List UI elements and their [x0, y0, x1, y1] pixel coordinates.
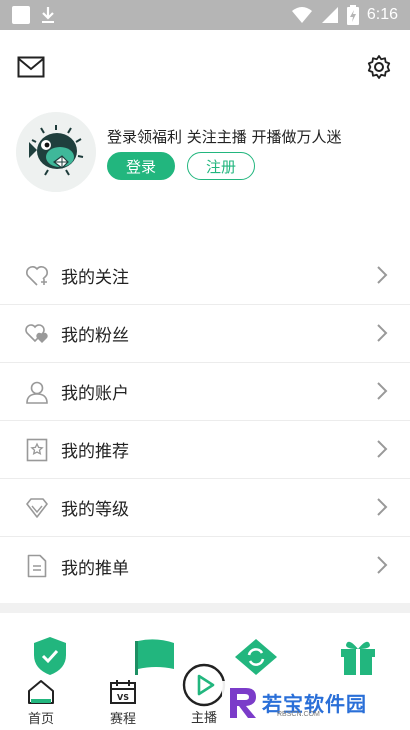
menu-item-fans[interactable]: 我的粉丝 — [0, 305, 410, 363]
menu-item-label: 我的关注 — [61, 268, 129, 288]
tab-schedule[interactable]: VS 赛程 — [93, 679, 153, 727]
chevron-right-icon — [377, 440, 388, 458]
status-bar: 6:16 — [0, 0, 410, 30]
tab-label: 首页 — [27, 712, 54, 727]
menu-item-level[interactable]: 我的等级 — [0, 479, 410, 537]
hearts-icon — [23, 320, 51, 348]
pufferfish-avatar-icon — [16, 112, 96, 192]
status-bar-left — [12, 6, 56, 24]
settings-gear-icon[interactable] — [364, 52, 394, 82]
menu-item-recommend[interactable]: 我的推荐 — [0, 421, 410, 479]
wifi-icon — [291, 7, 312, 23]
battery-charging-icon — [346, 5, 359, 25]
login-button[interactable]: 登录 — [107, 152, 175, 180]
promo-text: 登录领福利 关注主播 开播做万人迷 — [107, 128, 342, 146]
mail-icon[interactable] — [16, 54, 46, 80]
heart-plus-icon — [23, 262, 51, 290]
status-time: 6:16 — [366, 6, 398, 23]
menu-item-tips[interactable]: 我的推单 — [0, 537, 410, 595]
download-icon — [42, 7, 54, 23]
menu-item-label: 我的等级 — [61, 500, 129, 520]
signal-icon — [321, 7, 338, 23]
chevron-right-icon — [377, 498, 388, 516]
watermark-r-logo-icon — [222, 682, 262, 722]
tab-label: 主播 — [190, 711, 217, 726]
menu-list: 我的关注 我的粉丝 我的账户 我的推荐 我的等级 我的推单 — [0, 247, 410, 595]
watermark-overlay: 若宝软件园 RBSCN.COM — [222, 681, 392, 723]
chevron-right-icon — [377, 266, 388, 284]
flag-icon[interactable] — [134, 639, 176, 679]
watermark-subtext: RBSCN.COM — [277, 711, 320, 718]
chevron-right-icon — [377, 382, 388, 400]
bookmark-star-icon — [23, 436, 51, 464]
home-icon — [28, 680, 54, 704]
diamond-icon — [23, 494, 51, 522]
document-icon — [23, 552, 51, 580]
menu-item-label: 我的粉丝 — [61, 326, 129, 346]
menu-item-label: 我的推荐 — [61, 442, 129, 462]
play-icon — [182, 663, 226, 707]
chevron-right-icon — [377, 556, 388, 574]
user-icon — [23, 378, 51, 406]
notification-square-icon — [12, 6, 30, 24]
tab-label: 赛程 — [109, 712, 136, 727]
calendar-vs-icon: VS — [110, 680, 136, 704]
menu-item-following[interactable]: 我的关注 — [0, 247, 410, 305]
menu-item-label: 我的账户 — [61, 384, 129, 404]
gift-icon[interactable] — [338, 637, 378, 679]
avatar[interactable] — [16, 112, 96, 192]
register-button[interactable]: 注册 — [187, 152, 255, 180]
tab-home[interactable]: 首页 — [11, 679, 71, 727]
menu-item-label: 我的推单 — [61, 558, 129, 579]
chevron-right-icon — [377, 324, 388, 342]
profile-section: 登录领福利 关注主播 开播做万人迷 登录 注册 — [0, 110, 410, 200]
status-bar-right: 6:16 — [291, 5, 398, 25]
svg-text:VS: VS — [117, 693, 129, 702]
section-separator — [0, 603, 410, 613]
top-bar — [0, 30, 410, 102]
menu-item-account[interactable]: 我的账户 — [0, 363, 410, 421]
